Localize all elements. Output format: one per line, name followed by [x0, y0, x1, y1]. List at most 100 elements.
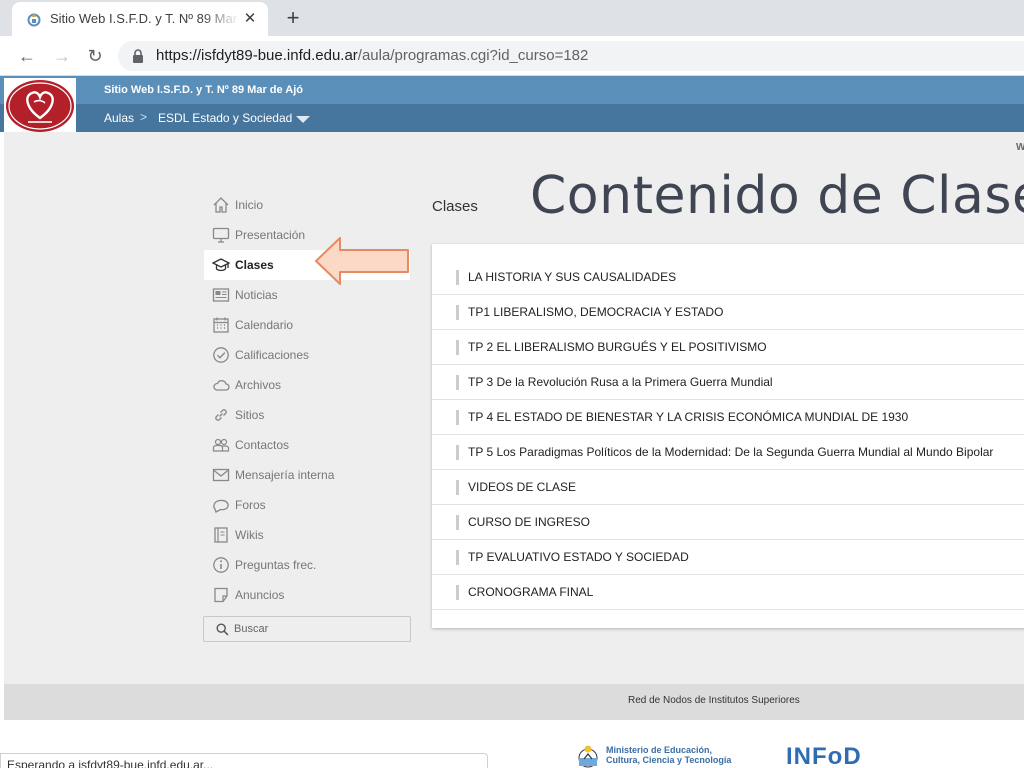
class-list-item[interactable]: TP 5 Los Paradigmas Políticos de la Mode…	[432, 435, 1024, 470]
new-tab-button[interactable]: +	[282, 7, 304, 29]
class-title[interactable]: TP 4 EL ESTADO DE BIENESTAR Y LA CRISIS …	[468, 410, 908, 424]
annotation-arrow-left-icon	[315, 237, 409, 285]
sidebar-item-sitios[interactable]: Sitios	[204, 400, 410, 430]
reload-button[interactable]: ↻	[84, 45, 106, 67]
sidebar-item-preguntas[interactable]: Preguntas frec.	[204, 550, 410, 580]
corner-truncated-text: W	[1016, 142, 1024, 153]
row-marker	[456, 305, 459, 320]
graduation-cap-icon	[212, 258, 230, 272]
row-marker	[456, 550, 459, 565]
sidebar-item-foros[interactable]: Foros	[204, 490, 410, 520]
announcement-icon	[214, 587, 228, 603]
class-title[interactable]: TP EVALUATIVO ESTADO Y SOCIEDAD	[468, 550, 689, 564]
class-list-item[interactable]: CRONOGRAMA FINAL	[432, 575, 1024, 610]
class-title[interactable]: TP1 LIBERALISMO, DEMOCRACIA Y ESTADO	[468, 305, 723, 319]
overlay-title: Contenido de Clases	[530, 166, 1024, 226]
class-list: LA HISTORIA Y SUS CAUSALIDADES TP1 LIBER…	[432, 244, 1024, 628]
class-title[interactable]: LA HISTORIA Y SUS CAUSALIDADES	[468, 270, 676, 284]
sidebar-item-calificaciones[interactable]: Calificaciones	[204, 340, 410, 370]
sidebar-item-label: Preguntas frec.	[235, 558, 317, 572]
contacts-icon	[212, 438, 230, 452]
browser-toolbar: ← → ↻ https://isfdyt89-bue.infd.edu.ar/a…	[0, 36, 1024, 76]
sidebar-item-label: Mensajería interna	[235, 468, 335, 482]
sidebar-item-mensajeria[interactable]: Mensajería interna	[204, 460, 410, 490]
class-title[interactable]: TP 2 EL LIBERALISMO BURGUÉS Y EL POSITIV…	[468, 340, 767, 354]
breadcrumb-aulas[interactable]: Aulas	[104, 111, 134, 125]
sidebar-item-label: Anuncios	[235, 588, 285, 602]
sidebar-search-input[interactable]: Buscar	[203, 616, 411, 642]
ministry-line: Cultura, Ciencia y Tecnología	[606, 755, 732, 765]
site-header-nav	[0, 104, 1024, 132]
ministry-name: Ministerio de Educación, Cultura, Cienci…	[606, 745, 731, 765]
row-marker	[456, 270, 459, 285]
sidebar-item-inicio[interactable]: Inicio	[204, 190, 410, 220]
url-path: /aula/programas.cgi?id_curso=182	[357, 47, 589, 64]
search-icon	[216, 623, 229, 636]
sidebar-item-label: Sitios	[235, 408, 265, 422]
institute-logo[interactable]	[4, 78, 76, 134]
browser-tab-active[interactable]: Sitio Web I.S.F.D. y T. Nº 89 Mar de Ajó…	[12, 2, 268, 36]
chat-icon	[213, 499, 229, 513]
class-list-item[interactable]: TP 3 De la Revolución Rusa a la Primera …	[432, 365, 1024, 400]
argentina-crest-icon	[578, 745, 598, 768]
class-title[interactable]: CRONOGRAMA FINAL	[468, 585, 593, 599]
class-list-item[interactable]: TP1 LIBERALISMO, DEMOCRACIA Y ESTADO	[432, 295, 1024, 330]
sidebar-item-label: Calificaciones	[235, 348, 310, 362]
class-list-item[interactable]: CURSO DE INGRESO	[432, 505, 1024, 540]
footer-network-text[interactable]: Red de Nodos de Institutos Superiores	[628, 695, 800, 706]
site-favicon-icon	[27, 13, 41, 27]
class-title[interactable]: TP 5 Los Paradigmas Políticos de la Mode…	[468, 445, 993, 459]
site-footer	[4, 684, 1024, 720]
sidebar-item-contactos[interactable]: Contactos	[204, 430, 410, 460]
monitor-icon	[212, 227, 230, 243]
sidebar-item-anuncios[interactable]: Anuncios	[204, 580, 410, 610]
cloud-icon	[213, 380, 230, 391]
section-heading: Clases	[432, 198, 478, 215]
row-marker	[456, 515, 459, 530]
sidebar-item-label: Clases	[235, 258, 274, 272]
course-dropdown-caret-icon[interactable]	[296, 116, 310, 123]
class-list-item[interactable]: LA HISTORIA Y SUS CAUSALIDADES	[432, 260, 1024, 295]
tab-title: Sitio Web I.S.F.D. y T. Nº 89 Mar de Ajó	[50, 11, 240, 26]
site-name[interactable]: Sitio Web I.S.F.D. y T. Nº 89 Mar de Ajó	[104, 84, 303, 96]
sidebar-item-label: Foros	[235, 498, 266, 512]
forward-button[interactable]: →	[51, 45, 73, 67]
class-list-item[interactable]: VIDEOS DE CLASE	[432, 470, 1024, 505]
sidebar-item-calendario[interactable]: Calendario	[204, 310, 410, 340]
class-title[interactable]: CURSO DE INGRESO	[468, 515, 590, 529]
breadcrumb-separator: >	[140, 110, 148, 124]
sidebar-item-wikis[interactable]: Wikis	[204, 520, 410, 550]
url-domain: https://isfdyt89-bue.infd.edu.ar	[156, 47, 358, 64]
envelope-icon	[212, 468, 230, 482]
back-button[interactable]: ←	[16, 45, 38, 67]
class-list-item[interactable]: TP 4 EL ESTADO DE BIENESTAR Y LA CRISIS …	[432, 400, 1024, 435]
address-bar[interactable]: https://isfdyt89-bue.infd.edu.ar/aula/pr…	[118, 41, 1024, 71]
lock-icon[interactable]	[132, 49, 144, 63]
wiki-icon	[214, 527, 228, 543]
sidebar-item-archivos[interactable]: Archivos	[204, 370, 410, 400]
infod-logo: INFoD	[786, 743, 862, 768]
url-text[interactable]: https://isfdyt89-bue.infd.edu.ar/aula/pr…	[156, 47, 588, 64]
sidebar-item-label: Noticias	[235, 288, 278, 302]
class-list-item[interactable]: TP EVALUATIVO ESTADO Y SOCIEDAD	[432, 540, 1024, 575]
browser-status-bubble: Esperando a isfdyt89-bue.infd.edu.ar...	[0, 753, 488, 768]
sidebar-item-label: Wikis	[235, 528, 264, 542]
breadcrumb-course[interactable]: ESDL Estado y Sociedad	[158, 111, 292, 125]
sidebar-item-label: Inicio	[235, 198, 264, 212]
browser-window: Sitio Web I.S.F.D. y T. Nº 89 Mar de Ajó…	[0, 0, 1024, 768]
info-icon	[213, 557, 229, 573]
sidebar-item-label: Contactos	[235, 438, 290, 452]
search-placeholder: Buscar	[234, 623, 269, 635]
class-title[interactable]: VIDEOS DE CLASE	[468, 480, 576, 494]
link-icon	[215, 409, 227, 421]
status-text: Esperando a isfdyt89-bue.infd.edu.ar...	[7, 758, 214, 768]
class-title[interactable]: TP 3 De la Revolución Rusa a la Primera …	[468, 375, 773, 389]
home-icon	[213, 197, 229, 213]
tab-close-icon[interactable]: ✕	[242, 11, 258, 27]
tab-strip: Sitio Web I.S.F.D. y T. Nº 89 Mar de Ajó…	[0, 0, 1024, 36]
row-marker	[456, 585, 459, 600]
row-marker	[456, 445, 459, 460]
class-list-item[interactable]: TP 2 EL LIBERALISMO BURGUÉS Y EL POSITIV…	[432, 330, 1024, 365]
row-marker	[456, 340, 459, 355]
ministry-line: Ministerio de Educación,	[606, 745, 713, 755]
